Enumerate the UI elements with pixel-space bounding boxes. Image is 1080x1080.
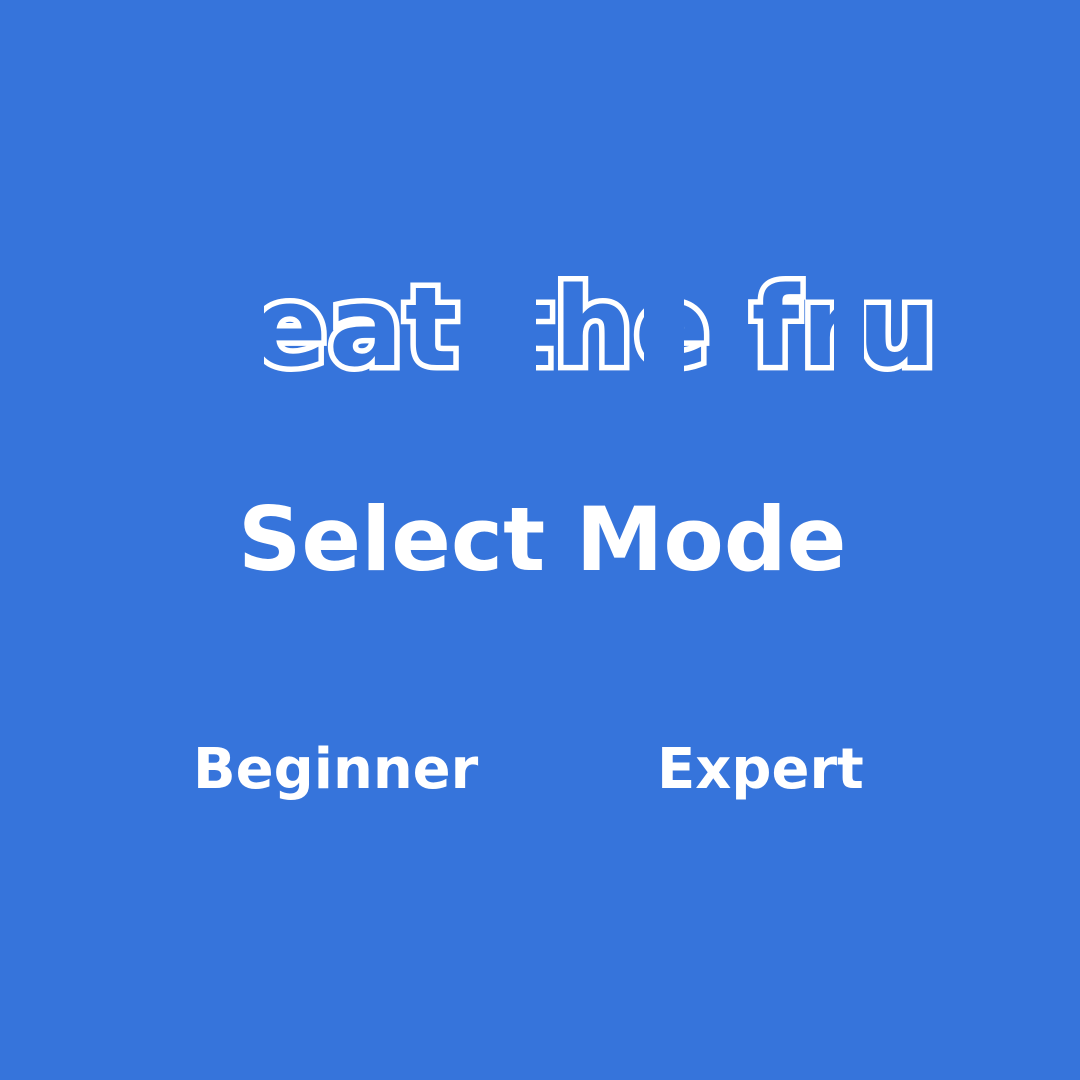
logo-mask-i — [834, 262, 864, 392]
expert-mode-button[interactable]: Expert — [657, 730, 864, 810]
beginner-mode-button[interactable]: Beginner — [193, 730, 478, 810]
mode-select-screen: eat the fruit Select Mode Beginner Exper… — [0, 0, 1080, 1080]
game-logo: eat the fruit — [246, 262, 936, 392]
select-mode-title: Select Mode — [238, 488, 847, 591]
logo-mask-f — [644, 262, 684, 392]
logo-mask-left — [246, 262, 264, 392]
logo-mask-h — [492, 262, 536, 392]
